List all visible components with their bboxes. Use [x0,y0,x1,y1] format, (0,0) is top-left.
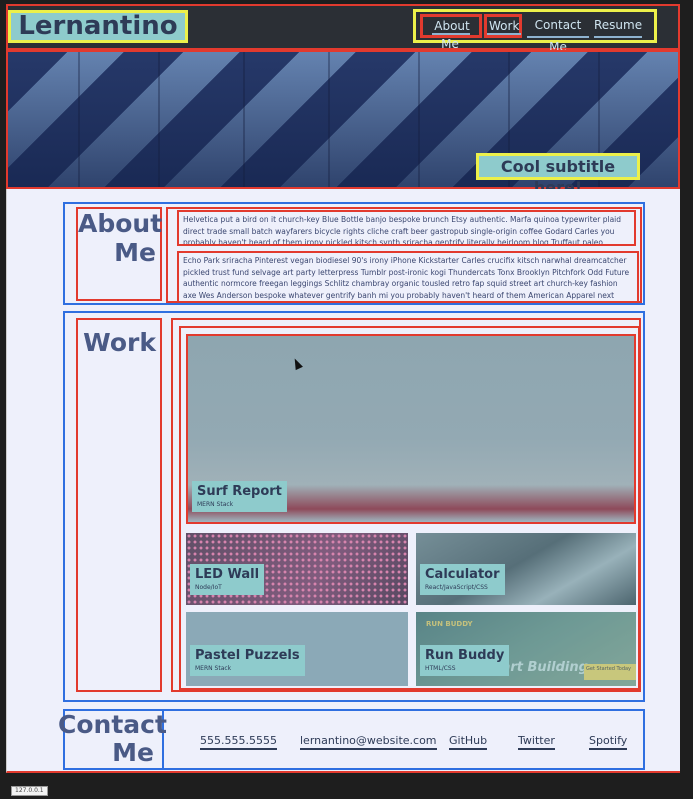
nav-link-work-label: Work [487,19,522,35]
project-label: Run Buddy HTML/CSS [420,645,510,676]
contact-email-link[interactable]: lernantino@website.com [300,734,437,750]
hero-plank-line [328,52,330,187]
hero-plank-line [78,52,80,187]
site-logo[interactable]: Lernantino [8,10,188,43]
project-label: Calculator React/JavaScript/CSS [420,564,505,595]
project-label: LED Wall Node/IoT [190,564,265,595]
project-card-surf-report[interactable]: Surf Report MERN Stack [186,334,636,524]
project-title: Calculator [425,567,500,582]
nav-link-resume[interactable]: Resume [594,14,642,38]
project-label: Pastel Puzzels MERN Stack [190,645,305,676]
project-card-run-buddy[interactable]: RUN BUDDY Start Building Get Started Tod… [416,612,636,686]
about-heading-line2: Me [114,238,156,267]
project-subtitle: Node/IoT [195,584,222,591]
project-title: Surf Report [197,484,282,499]
project-subtitle: MERN Stack [195,665,232,672]
project-card-pastel-puzzels[interactable]: Pastel Puzzels MERN Stack [186,612,408,686]
nav-link-about-me[interactable]: About Me [420,14,482,53]
project-card-led-wall[interactable]: LED Wall Node/IoT [186,533,408,605]
browser-status-bar: 127.0.0.1 [11,786,48,796]
about-heading: About Me [76,207,162,301]
project-title: Run Buddy [425,648,505,663]
hero-plank-line [158,52,160,187]
about-heading-line1: About [78,209,163,238]
nav-link-work[interactable]: Work [484,14,522,38]
contact-heading-line2: Me [112,738,154,767]
project-card-calculator[interactable]: Calculator React/JavaScript/CSS [416,533,636,605]
hero-plank-line [243,52,245,187]
contact-phone-link[interactable]: 555.555.5555 [200,734,277,750]
nav-link-contact-me[interactable]: Contact Me [527,14,589,54]
contact-twitter-link[interactable]: Twitter [518,734,555,750]
project-title: LED Wall [195,567,260,582]
hero-plank-line [418,52,420,187]
project-subtitle: MERN Stack [197,501,234,508]
contact-github-link[interactable]: GitHub [449,734,488,750]
contact-spotify-link[interactable]: Spotify [589,734,628,750]
project-subtitle: React/JavaScript/CSS [425,584,488,591]
work-heading: Work [76,318,162,692]
project-title: Pastel Puzzels [195,648,300,663]
contact-heading: Contact Me [58,710,167,768]
about-paragraph: Helvetica put a bird on it church-key Bl… [177,210,636,246]
hero-subtitle: Cool subtitle here! [476,153,640,197]
project-subtitle: HTML/CSS [425,665,456,672]
contact-heading-line1: Contact [58,710,167,739]
project-label: Surf Report MERN Stack [192,481,287,512]
about-paragraph: Echo Park sriracha Pinterest vegan biodi… [177,251,639,303]
